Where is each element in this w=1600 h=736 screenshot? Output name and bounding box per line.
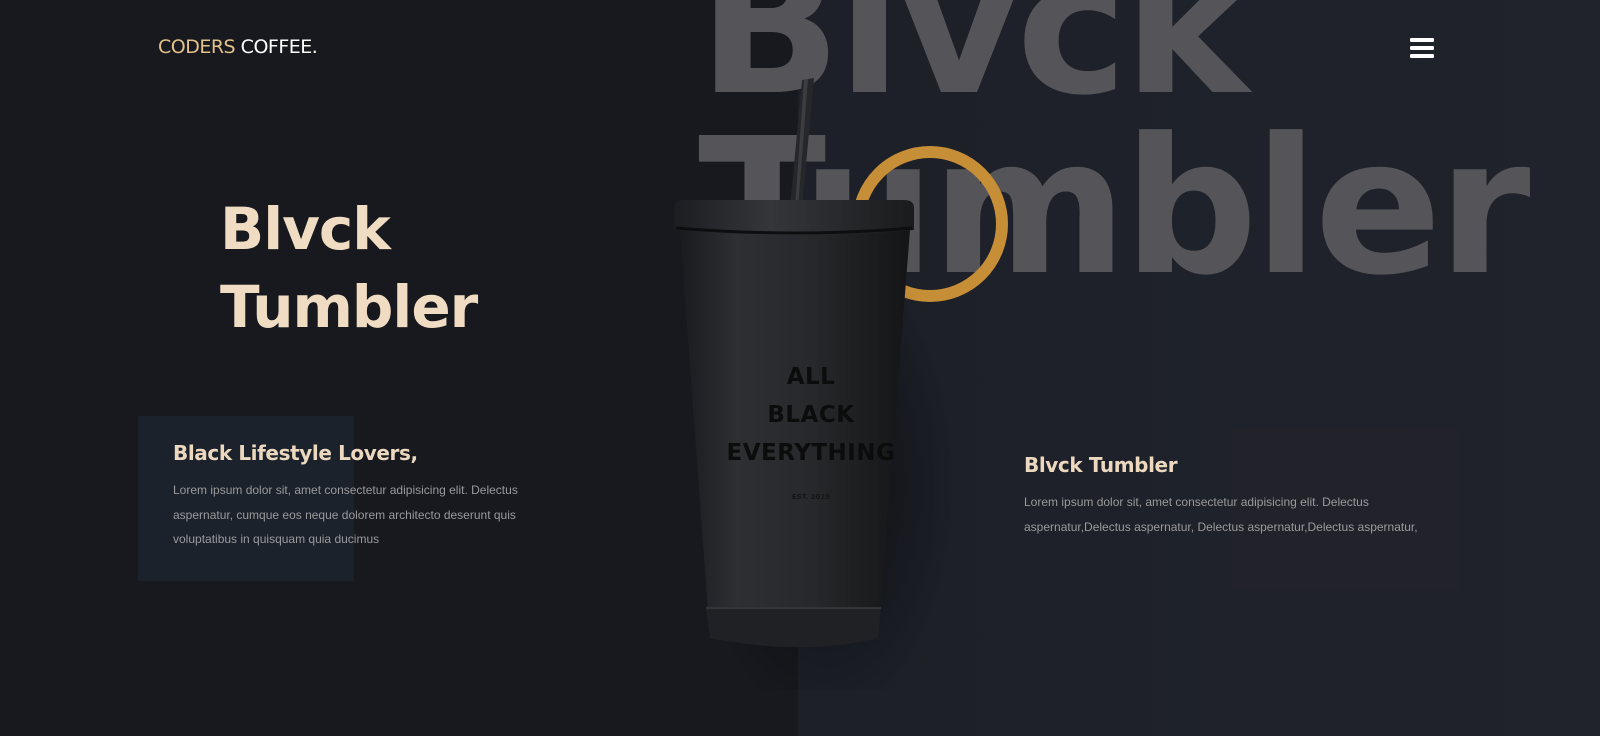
hero-title: Blvck Tumbler	[220, 190, 478, 346]
right-card-title: Blvck Tumbler	[1024, 453, 1178, 477]
cup-print-small: EST. 2019	[792, 493, 831, 501]
hero-title-line2: Tumbler	[220, 273, 478, 341]
brand-logo-part1: CODERS	[158, 36, 236, 58]
cup-print-line2: BLACK	[767, 402, 855, 428]
brand-logo-part2: COFFEE.	[240, 36, 318, 58]
right-card-text: Lorem ipsum dolor sit, amet consectetur …	[1024, 495, 1418, 534]
cup-print-line1: ALL	[786, 364, 836, 390]
brand-logo[interactable]: CODERS COFFEE.	[158, 36, 318, 58]
cup-print-line3: EVERYTHING	[726, 440, 896, 466]
hamburger-menu-icon[interactable]	[1410, 38, 1434, 58]
cup-print: ALL BLACK EVERYTHING	[726, 358, 896, 472]
left-card-title: Black Lifestyle Lovers,	[173, 441, 418, 465]
hero-title-line1: Blvck	[220, 195, 391, 263]
left-card-text: Lorem ipsum dolor sit, amet consectetur …	[173, 483, 518, 546]
